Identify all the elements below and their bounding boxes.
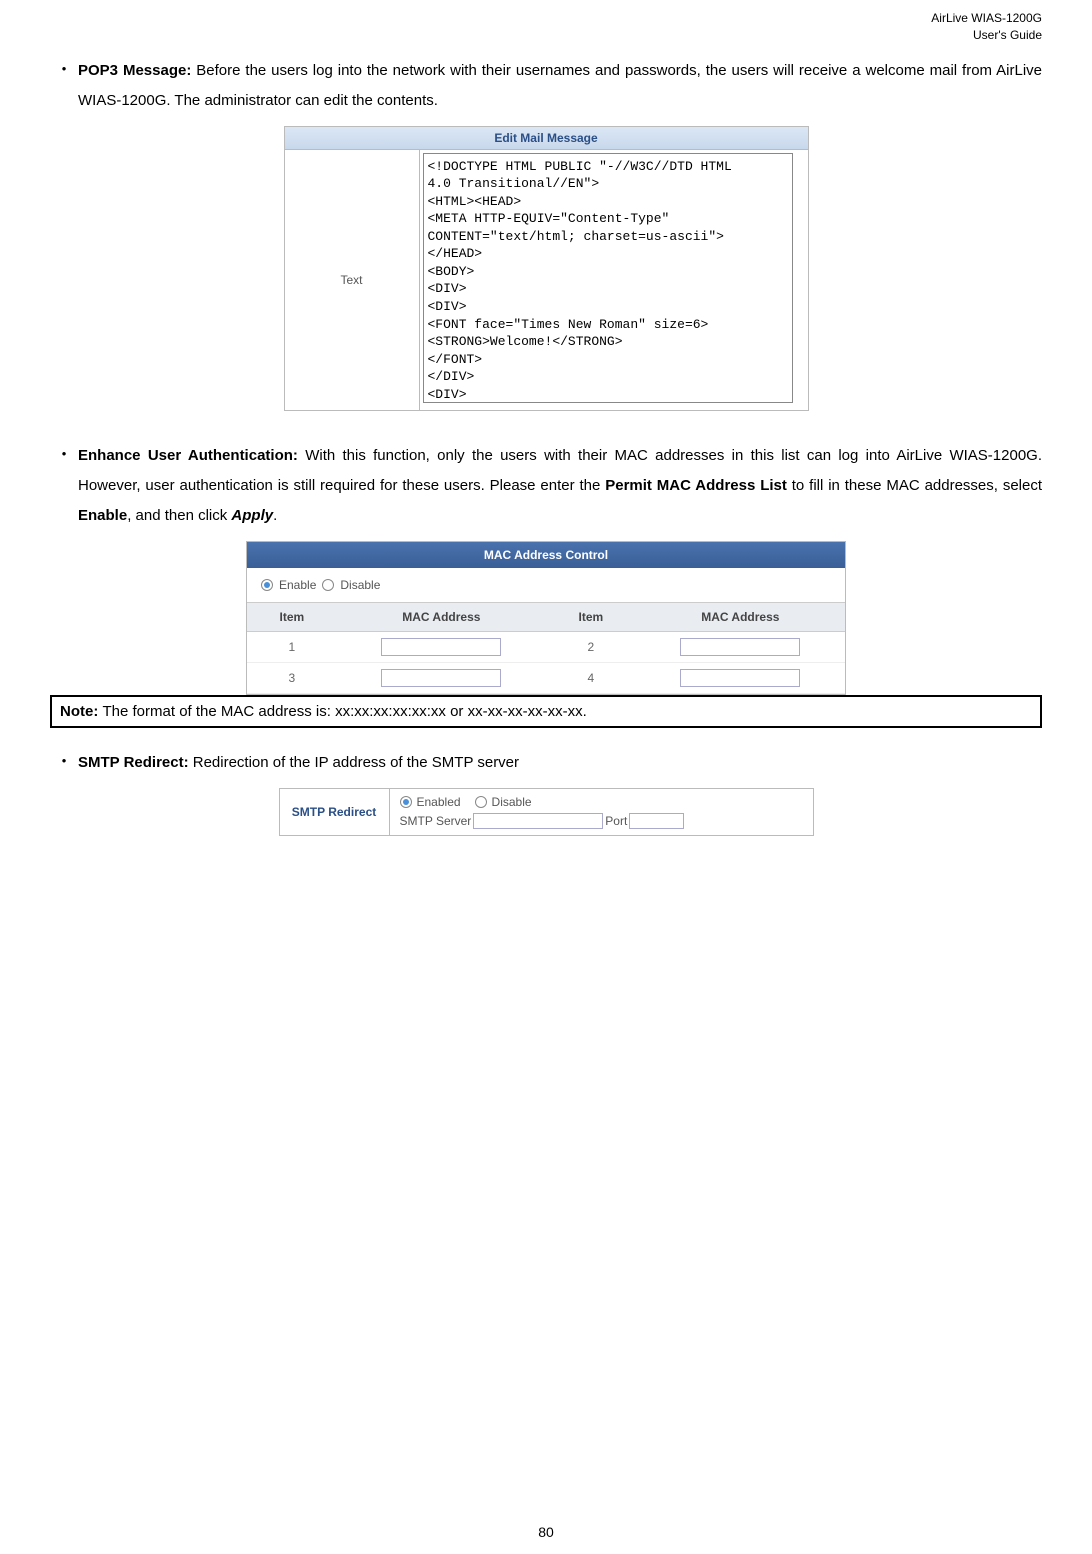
enhance-text: Enhance User Authentication: With this f… bbox=[78, 441, 1042, 531]
col-item2: Item bbox=[546, 602, 636, 631]
note-label: Note: bbox=[60, 703, 103, 720]
pop3-body: Before the users log into the network wi… bbox=[78, 62, 1042, 109]
item-num: 2 bbox=[546, 631, 636, 662]
smtp-body-text: Redirection of the IP address of the SMT… bbox=[193, 754, 519, 771]
smtp-port-input[interactable] bbox=[629, 813, 684, 829]
item-num: 1 bbox=[247, 631, 337, 662]
doc-type: User's Guide bbox=[50, 27, 1042, 44]
enhance-t2: to fill in these MAC addresses, select bbox=[787, 477, 1042, 494]
permit-mac-label: Permit MAC Address List bbox=[605, 477, 787, 494]
enable-label: Enable bbox=[78, 507, 127, 524]
col-item: Item bbox=[247, 602, 337, 631]
item-num: 3 bbox=[247, 662, 337, 693]
mac-control-panel: MAC Address Control Enable Disable Item … bbox=[246, 541, 846, 695]
enhance-auth-section: • Enhance User Authentication: With this… bbox=[50, 441, 1042, 531]
disable-radio[interactable] bbox=[322, 579, 334, 591]
note-box: Note: The format of the MAC address is: … bbox=[50, 695, 1042, 728]
disable-text: Disable bbox=[340, 578, 380, 592]
smtp-section: • SMTP Redirect: Redirection of the IP a… bbox=[50, 748, 1042, 778]
smtp-port-label: Port bbox=[605, 814, 627, 828]
page-header: AirLive WIAS-1200G User's Guide bbox=[50, 10, 1042, 44]
smtp-enabled-radio[interactable] bbox=[400, 796, 412, 808]
smtp-disable-text: Disable bbox=[492, 795, 532, 809]
smtp-title: SMTP Redirect bbox=[280, 789, 390, 835]
edit-mail-textarea-wrap bbox=[420, 150, 808, 410]
smtp-enabled-text: Enabled bbox=[417, 795, 461, 809]
table-row: 1 2 bbox=[247, 631, 845, 662]
enhance-label: Enhance User Authentication: bbox=[78, 447, 305, 464]
edit-mail-title: Edit Mail Message bbox=[285, 127, 808, 150]
edit-mail-row-label: Text bbox=[285, 150, 420, 410]
smtp-figure: SMTP Redirect Enabled Disable SMTP Serve… bbox=[50, 788, 1042, 836]
page-number: 80 bbox=[0, 1524, 1092, 1540]
pop3-text: POP3 Message: Before the users log into … bbox=[78, 56, 1042, 116]
enable-radio[interactable] bbox=[261, 579, 273, 591]
enhance-t4: . bbox=[273, 507, 277, 524]
smtp-text: SMTP Redirect: Redirection of the IP add… bbox=[78, 748, 1042, 778]
mac-control-title: MAC Address Control bbox=[247, 542, 845, 568]
table-row: 3 4 bbox=[247, 662, 845, 693]
mac-input-3[interactable] bbox=[381, 669, 501, 687]
edit-mail-figure: Edit Mail Message Text bbox=[50, 126, 1042, 411]
smtp-input-row: SMTP Server Port bbox=[400, 813, 803, 829]
radio-dot-icon bbox=[264, 582, 270, 588]
mac-input-1[interactable] bbox=[381, 638, 501, 656]
smtp-server-label: SMTP Server bbox=[400, 814, 472, 828]
smtp-disable-radio[interactable] bbox=[475, 796, 487, 808]
edit-mail-body: Text bbox=[285, 150, 808, 410]
edit-mail-panel: Edit Mail Message Text bbox=[284, 126, 809, 411]
note-text: The format of the MAC address is: xx:xx:… bbox=[103, 703, 587, 720]
pop3-section: • POP3 Message: Before the users log int… bbox=[50, 56, 1042, 116]
smtp-label-bold: SMTP Redirect: bbox=[78, 754, 193, 771]
product-name: AirLive WIAS-1200G bbox=[50, 10, 1042, 27]
mac-control-figure: MAC Address Control Enable Disable Item … bbox=[50, 541, 1042, 695]
edit-mail-textarea[interactable] bbox=[423, 153, 793, 403]
apply-label: Apply bbox=[231, 507, 273, 524]
enhance-t3: , and then click bbox=[127, 507, 231, 524]
radio-dot-icon bbox=[403, 799, 409, 805]
bullet-icon: • bbox=[50, 56, 78, 116]
col-mac2: MAC Address bbox=[636, 602, 845, 631]
mac-input-4[interactable] bbox=[680, 669, 800, 687]
mac-input-2[interactable] bbox=[680, 638, 800, 656]
mac-radio-row: Enable Disable bbox=[247, 568, 845, 602]
bullet-icon: • bbox=[50, 441, 78, 531]
pop3-label: POP3 Message: bbox=[78, 62, 196, 79]
item-num: 4 bbox=[546, 662, 636, 693]
enable-text: Enable bbox=[279, 578, 316, 592]
smtp-radio-row: Enabled Disable bbox=[400, 795, 803, 809]
col-mac: MAC Address bbox=[337, 602, 546, 631]
bullet-icon: • bbox=[50, 748, 78, 778]
mac-table-header: Item MAC Address Item MAC Address bbox=[247, 602, 845, 631]
smtp-body: Enabled Disable SMTP Server Port bbox=[390, 789, 813, 835]
smtp-server-input[interactable] bbox=[473, 813, 603, 829]
mac-table: Item MAC Address Item MAC Address 1 2 3 … bbox=[247, 602, 845, 694]
smtp-panel: SMTP Redirect Enabled Disable SMTP Serve… bbox=[279, 788, 814, 836]
